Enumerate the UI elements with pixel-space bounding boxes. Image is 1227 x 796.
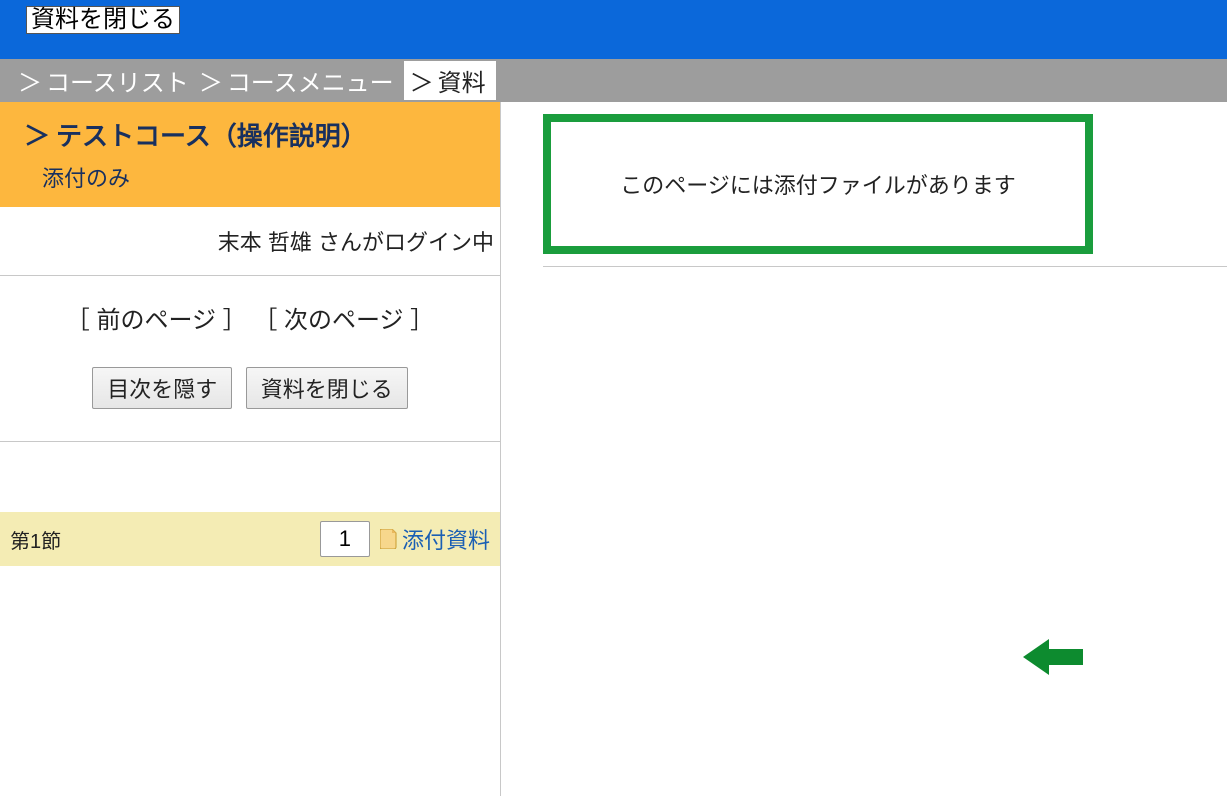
prev-page-link[interactable]: ［ 前のページ ］ [66, 307, 247, 334]
breadcrumb: ＞ コースリスト ＞ コースメニュー ＞ 資料 [0, 59, 1227, 102]
main-content: このページには添付ファイルがあります [501, 102, 1227, 796]
sidebar: ＞テストコース（操作説明） 添付のみ 末本 哲雄 さんがログイン中 ［ 前のペー… [0, 102, 501, 796]
attachment-link[interactable]: 添付資料 [380, 523, 490, 555]
course-title: テストコース（操作説明） [56, 121, 367, 151]
close-material-top-button[interactable]: 資料を閉じる [26, 6, 180, 34]
hide-toc-button[interactable]: 目次を隠す [92, 367, 232, 409]
toc-buttons: 目次を隠す 資料を閉じる [0, 345, 500, 441]
close-material-button[interactable]: 資料を閉じる [246, 367, 408, 409]
breadcrumb-course-list[interactable]: コースリスト [46, 63, 189, 98]
chevron-right-icon: ＞ [410, 63, 434, 98]
course-subtitle: 添付のみ [0, 159, 500, 207]
attachment-notice-callout: このページには添付ファイルがあります [543, 114, 1093, 254]
arrow-left-icon [1023, 637, 1083, 677]
chevron-right-icon: ＞ [24, 121, 50, 151]
section-row: 第1節 1 添付資料 [0, 512, 500, 566]
divider [0, 441, 500, 442]
breadcrumb-course-menu[interactable]: コースメニュー [227, 63, 394, 98]
breadcrumb-current: ＞ 資料 [404, 61, 496, 100]
chevron-right-icon: ＞ [199, 63, 223, 98]
login-status: 末本 哲雄 さんがログイン中 [0, 207, 500, 275]
chevron-right-icon: ＞ [18, 63, 42, 98]
section-label: 第1節 [10, 525, 61, 554]
next-page-link[interactable]: ［ 次のページ ］ [253, 307, 434, 334]
top-bar: 資料を閉じる [0, 0, 1227, 59]
course-title-row: ＞テストコース（操作説明） [0, 102, 500, 159]
attachment-link-label: 添付資料 [402, 523, 490, 555]
file-attachment-icon [380, 529, 398, 549]
attachment-notice-text: このページには添付ファイルがあります [620, 168, 1016, 200]
page-nav: ［ 前のページ ］ ［ 次のページ ］ [0, 276, 500, 345]
page-number-button[interactable]: 1 [320, 521, 370, 557]
divider [543, 266, 1227, 267]
breadcrumb-current-label: 資料 [438, 63, 486, 98]
